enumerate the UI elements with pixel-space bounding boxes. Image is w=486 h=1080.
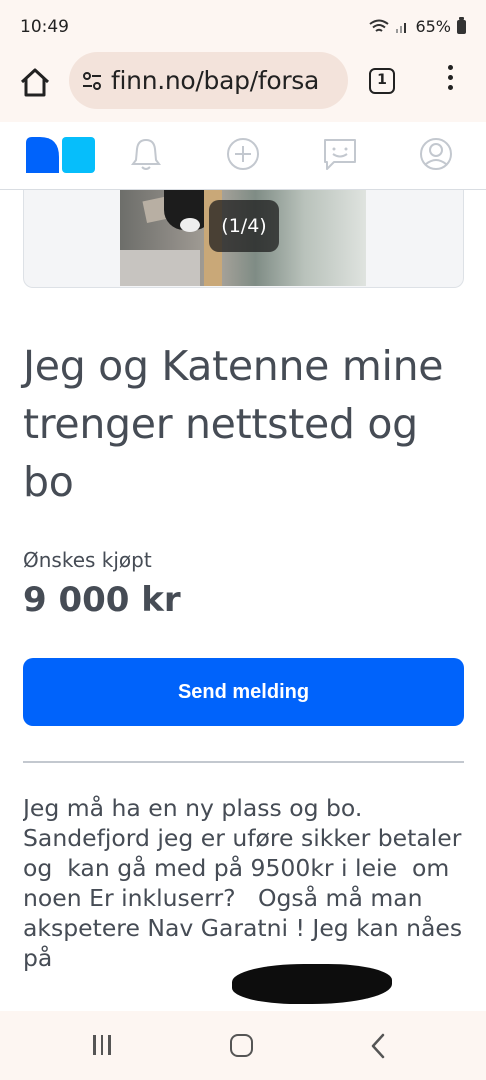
tab-switcher-button[interactable]: 1: [369, 68, 395, 94]
url-text: finn.no/bap/forsa: [111, 66, 320, 95]
ad-title: Jeg og Katenne mine trenger nettsted og …: [23, 342, 444, 506]
status-bar: 10:49 65%: [0, 0, 486, 52]
home-icon[interactable]: [18, 66, 52, 100]
status-time: 10:49: [20, 17, 69, 37]
battery-percent: 65%: [415, 17, 451, 36]
redacted-contact: [232, 964, 392, 1004]
address-bar[interactable]: finn.no/bap/forsa: [69, 52, 348, 109]
messages-icon[interactable]: [322, 136, 358, 172]
site-nav: [0, 122, 486, 190]
profile-icon[interactable]: [418, 136, 454, 172]
signal-icon: [396, 22, 407, 33]
image-counter: (1/4): [209, 200, 279, 252]
ad-type-label: Ønskes kjøpt: [23, 548, 152, 572]
bell-icon[interactable]: [128, 136, 164, 172]
battery-icon: [457, 16, 466, 34]
finn-logo[interactable]: [26, 137, 96, 173]
menu-icon[interactable]: [443, 65, 457, 97]
back-icon[interactable]: [369, 1032, 387, 1060]
add-icon[interactable]: [225, 136, 261, 172]
wifi-icon: [369, 19, 390, 32]
home-button-icon[interactable]: [230, 1034, 253, 1057]
send-message-button[interactable]: Send melding: [23, 658, 464, 726]
browser-toolbar: finn.no/bap/forsa 1: [0, 52, 486, 122]
system-nav-bar: [0, 1011, 486, 1080]
ad-price: 9 000 kr: [23, 580, 181, 620]
image-gallery[interactable]: (1/4): [23, 190, 464, 288]
divider: [23, 761, 464, 763]
recent-apps-icon[interactable]: [93, 1035, 117, 1057]
site-settings-icon[interactable]: [81, 70, 103, 92]
status-icons: 65%: [369, 16, 466, 36]
